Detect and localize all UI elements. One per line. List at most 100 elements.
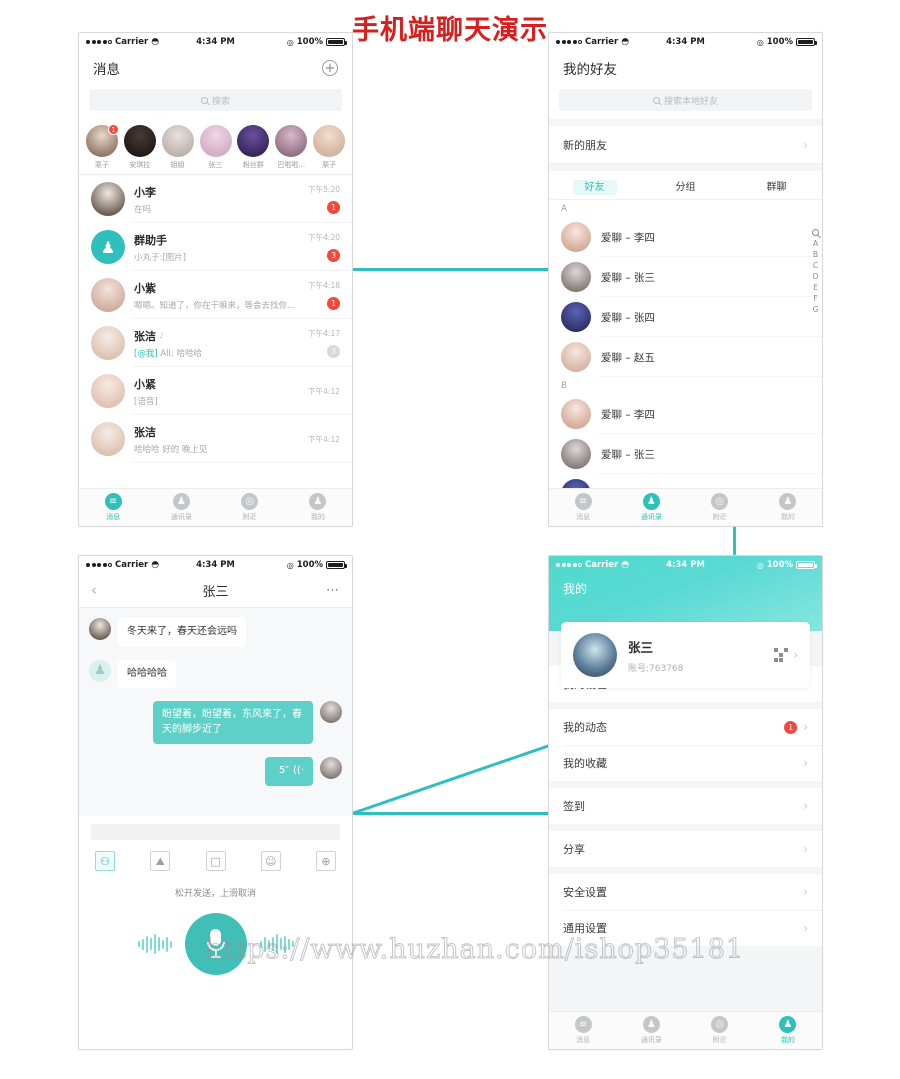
group-avatar[interactable]: ♟ <box>91 230 125 264</box>
menu-item[interactable]: 通用设置 › <box>549 910 822 946</box>
contact-row[interactable]: 爱聊 – 张四 <box>549 297 822 337</box>
alphabet-index-bar[interactable]: ABCDEFG <box>812 229 819 314</box>
avatar[interactable] <box>91 374 125 408</box>
tab-附近[interactable]: ◎ 附近 <box>686 489 754 526</box>
avatar[interactable] <box>89 618 111 640</box>
story-item[interactable]: 安琪拉 <box>122 125 158 170</box>
plus-circle-icon[interactable]: + <box>322 60 338 76</box>
menu-item[interactable]: 我的动态 1 › <box>549 709 822 745</box>
index-letter[interactable]: E <box>813 283 818 292</box>
avatar[interactable] <box>561 222 591 252</box>
menu-item[interactable]: 签到 › <box>549 788 822 824</box>
camera-icon[interactable]: □ <box>205 851 226 871</box>
story-item[interactable]: 张三 <box>198 125 234 170</box>
avatar[interactable] <box>91 326 125 360</box>
tab-通讯录[interactable]: ♟ 通讯录 <box>617 489 685 526</box>
contacts-tab-分组[interactable]: 分组 <box>640 178 731 193</box>
avatar[interactable] <box>561 439 591 469</box>
contact-row[interactable]: 爱聊 – 张三 <box>549 434 822 474</box>
contact-row[interactable]: 爱聊 – 赵五 <box>549 337 822 377</box>
tab-消息[interactable]: ≡ 消息 <box>549 489 617 526</box>
contact-row[interactable]: 爱聊 – 张三 <box>549 257 822 297</box>
more-dots-icon[interactable]: ⋯ <box>326 584 340 597</box>
story-item[interactable]: 栗子 <box>311 125 347 170</box>
new-friend-row[interactable]: 新的朋友 › <box>549 126 822 164</box>
avatar[interactable] <box>237 125 270 157</box>
qr-code-button[interactable]: › <box>774 648 798 662</box>
microphone-large-icon[interactable] <box>184 913 247 975</box>
message-bubble[interactable]: 哈哈哈哈 <box>118 659 176 688</box>
avatar[interactable] <box>91 182 125 216</box>
menu-item[interactable]: 我的收藏 › <box>549 745 822 781</box>
chat-list-item[interactable]: 张洁 ♪ [@我] All: 哈哈哈 下午4:17 3 <box>79 319 352 367</box>
index-letter[interactable]: F <box>813 294 817 303</box>
tab-我的[interactable]: ♟ 我的 <box>754 1012 822 1049</box>
index-letter[interactable]: A <box>813 239 818 248</box>
avatar[interactable] <box>320 701 342 723</box>
battery-icon <box>326 561 347 569</box>
search-placeholder: 搜索本地好友 <box>663 96 718 107</box>
tab-消息[interactable]: ≡ 消息 <box>79 489 147 526</box>
menu-item[interactable]: 安全设置 › <box>549 874 822 910</box>
chat-list-item[interactable]: 张洁 哈哈哈 好的 晚上见 下午4:12 <box>79 415 352 463</box>
avatar[interactable] <box>161 125 194 157</box>
tab-消息[interactable]: ≡ 消息 <box>549 1012 617 1049</box>
status-bar: Carrier ◓ 4:34 PM ◎ 100% <box>549 556 822 574</box>
contact-row[interactable]: 爱聊 – 李四 <box>549 217 822 257</box>
chat-list-item[interactable]: 小紫 嗯嗯。知道了，你在干嘛来，等会去找你... 下午4:18 1 <box>79 271 352 319</box>
message-area: 冬天来了，春天还会远吗 ♟ 哈哈哈哈盼望着，盼望着，东风来了，春天的脚步近了 5″((… <box>79 608 352 816</box>
avatar[interactable] <box>561 302 591 332</box>
message-bubble[interactable]: 冬天来了，春天还会远吗 <box>118 618 246 647</box>
tab-我的[interactable]: ♟ 我的 <box>754 489 822 526</box>
avatar[interactable] <box>91 422 125 456</box>
avatar[interactable] <box>313 125 346 157</box>
tab-通讯录[interactable]: ♟ 通讯录 <box>147 489 215 526</box>
avatar[interactable]: ♟ <box>89 659 111 682</box>
tab-通讯录[interactable]: ♟ 通讯录 <box>617 1012 685 1049</box>
person-icon: ♟ <box>779 1016 797 1033</box>
story-item[interactable]: 1 栗子 <box>84 124 120 170</box>
profile-nav-title: 我的 <box>563 582 588 596</box>
story-item[interactable]: 姐姐 <box>160 125 196 170</box>
search-input[interactable]: 搜索本地好友 <box>559 89 812 111</box>
index-search-icon[interactable] <box>812 229 819 236</box>
story-item[interactable]: 巴啦啦... <box>273 125 309 170</box>
avatar[interactable] <box>573 633 617 677</box>
tab-我的[interactable]: ♟ 我的 <box>284 489 352 526</box>
chat-list-item[interactable]: 小李 在吗 下午5:20 1 <box>79 175 352 223</box>
contact-row[interactable]: 爱聊 – 李四 <box>549 394 822 434</box>
avatar[interactable] <box>91 278 125 312</box>
avatar[interactable] <box>199 125 232 157</box>
profile-card[interactable]: 张三 账号:763768 › <box>561 622 810 688</box>
avatar[interactable] <box>123 125 156 157</box>
story-item[interactable]: 粉丝群 <box>235 125 271 170</box>
contacts-tab-群聊[interactable]: 群聊 <box>731 178 822 193</box>
avatar[interactable] <box>275 125 308 157</box>
chat-list-item[interactable]: 小紧 [语音] 下午4:12 <box>79 367 352 415</box>
image-icon[interactable]: ⛰ <box>150 851 171 871</box>
avatar[interactable] <box>320 757 342 779</box>
tab-附近[interactable]: ◎ 附近 <box>216 489 284 526</box>
index-letter[interactable]: G <box>813 305 819 314</box>
tab-附近[interactable]: ◎ 附近 <box>686 1012 754 1049</box>
index-letter[interactable]: D <box>813 272 819 281</box>
search-input[interactable]: 搜索 <box>89 89 342 111</box>
index-letter[interactable]: B <box>813 250 818 259</box>
avatar[interactable]: 1 <box>85 124 119 157</box>
plus-icon[interactable]: ⊕ <box>316 851 336 871</box>
menu-item[interactable]: 分享 › <box>549 831 822 867</box>
index-letter[interactable]: C <box>813 261 818 270</box>
avatar[interactable] <box>561 262 591 292</box>
contacts-tab-好友[interactable]: 好友 <box>549 178 640 195</box>
location-pin-icon: ◎ <box>711 1016 729 1033</box>
voice-bubble[interactable]: 5″ ((· <box>265 757 313 786</box>
emoji-icon[interactable]: ☺ <box>260 851 281 871</box>
avatar[interactable] <box>561 342 591 372</box>
message-input[interactable] <box>91 824 340 840</box>
chevron-left-icon[interactable]: ‹ <box>91 583 97 598</box>
microphone-icon[interactable]: ⚇ <box>95 851 115 871</box>
search-placeholder: 搜索 <box>211 96 230 107</box>
chat-list-item[interactable]: ♟ 群助手 小丸子:[图片] 下午4:20 3 <box>79 223 352 271</box>
avatar[interactable] <box>561 399 591 429</box>
message-bubble[interactable]: 盼望着，盼望着，东风来了，春天的脚步近了 <box>153 701 313 744</box>
